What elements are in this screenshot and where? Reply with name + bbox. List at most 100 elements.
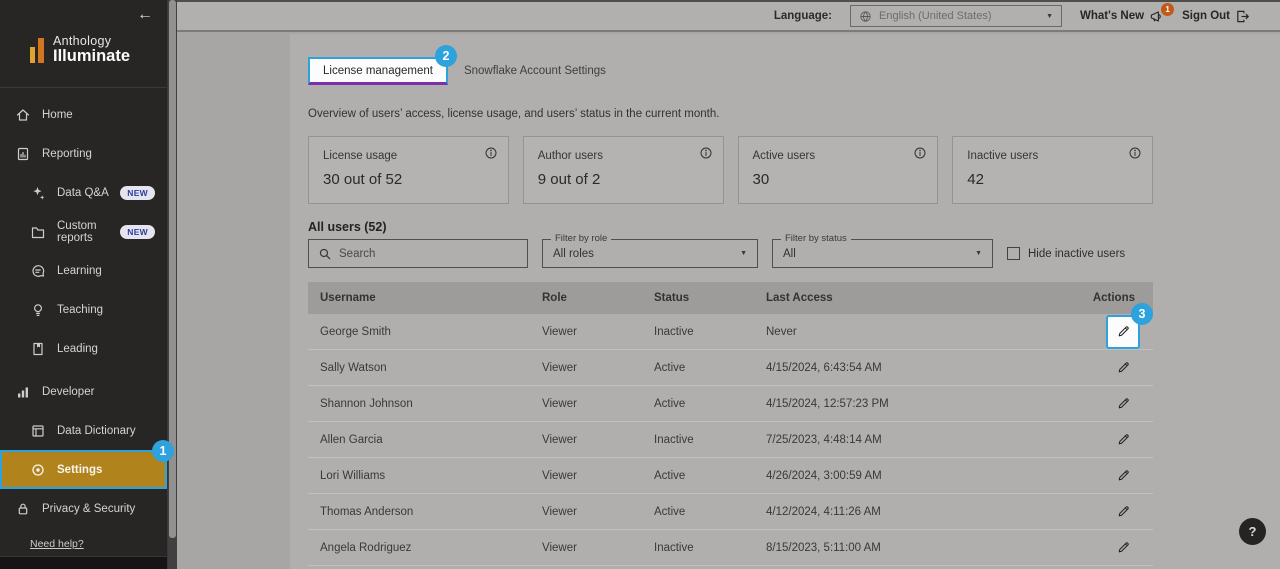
sidebar-logo-block: ← Anthology Illuminate bbox=[0, 0, 167, 88]
stat-label: Active users bbox=[753, 150, 924, 162]
language-label: Language: bbox=[774, 10, 832, 22]
pencil-icon bbox=[1116, 324, 1131, 339]
edit-user-button[interactable] bbox=[1116, 432, 1131, 447]
learning-icon bbox=[30, 263, 46, 279]
tutorial-callout-2: 2 bbox=[435, 45, 457, 67]
sidebar-item-learning[interactable]: Learning bbox=[0, 251, 167, 290]
tab-bar: License management 2 Snowflake Account S… bbox=[308, 57, 1153, 85]
checkbox-label: Hide inactive users bbox=[1028, 248, 1125, 260]
cell-role: Viewer bbox=[530, 434, 642, 446]
filter-by-status-select[interactable]: Filter by status All ▼ bbox=[772, 239, 993, 268]
sidebar-nav: Home Reporting Data Q&A NEW Custom repor… bbox=[0, 95, 167, 528]
sidebar-item-home[interactable]: Home bbox=[0, 95, 167, 134]
cell-status: Inactive bbox=[642, 326, 754, 338]
cell-last-access: 4/26/2024, 3:00:59 AM bbox=[754, 470, 1072, 482]
tab-snowflake-account-settings[interactable]: Snowflake Account Settings bbox=[464, 57, 606, 77]
table-row: Shannon Johnson Viewer Active 4/15/2024,… bbox=[308, 386, 1153, 422]
sidebar-item-data-qa[interactable]: Data Q&A NEW bbox=[0, 173, 167, 212]
filter-by-status-value: All bbox=[783, 248, 975, 260]
edit-user-button[interactable]: 3 bbox=[1106, 315, 1140, 349]
logo-text-illuminate: Illuminate bbox=[53, 48, 130, 65]
users-table-header: Username Role Status Last Access Actions bbox=[308, 282, 1153, 314]
home-icon bbox=[15, 107, 31, 123]
info-icon[interactable] bbox=[699, 146, 713, 160]
column-header-status: Status bbox=[642, 292, 754, 304]
collapse-sidebar-icon[interactable]: ← bbox=[137, 7, 153, 23]
cell-role: Viewer bbox=[530, 470, 642, 482]
sidebar-item-leading[interactable]: Leading bbox=[0, 329, 167, 368]
hide-inactive-users-checkbox[interactable]: Hide inactive users bbox=[1007, 247, 1125, 260]
reporting-icon bbox=[15, 146, 31, 162]
checkbox-box[interactable] bbox=[1007, 247, 1020, 260]
need-help-link[interactable]: Need help? bbox=[30, 538, 84, 550]
sidebar-item-teaching[interactable]: Teaching bbox=[0, 290, 167, 329]
filter-by-role-label: Filter by role bbox=[551, 233, 611, 244]
sign-out-label: Sign Out bbox=[1182, 10, 1230, 22]
cell-status: Active bbox=[642, 362, 754, 374]
cell-username: George Smith bbox=[308, 326, 530, 338]
chevron-down-icon: ▼ bbox=[975, 250, 982, 257]
sidebar-scrollbar[interactable] bbox=[168, 0, 177, 569]
stat-card-author-users: Author users 9 out of 2 bbox=[523, 136, 724, 204]
stat-card-inactive-users: Inactive users 42 bbox=[952, 136, 1153, 204]
cell-role: Viewer bbox=[530, 542, 642, 554]
edit-user-button[interactable] bbox=[1116, 360, 1131, 375]
cell-username: Shannon Johnson bbox=[308, 398, 530, 410]
sidebar-item-settings[interactable]: Settings 1 bbox=[0, 450, 167, 489]
main-area: Language: English (United States) ▼ What… bbox=[177, 0, 1280, 569]
table-row: George Smith Viewer Inactive Never 3 bbox=[308, 314, 1153, 350]
cell-last-access: 4/12/2024, 4:11:26 AM bbox=[754, 506, 1072, 518]
leading-icon bbox=[30, 341, 46, 357]
edit-user-button[interactable] bbox=[1116, 540, 1131, 555]
logo-text-anthology: Anthology bbox=[53, 34, 130, 48]
developer-icon bbox=[15, 384, 31, 400]
sidebar-item-label: Privacy & Security bbox=[42, 503, 135, 515]
sidebar-item-label: Developer bbox=[42, 386, 94, 398]
cell-role: Viewer bbox=[530, 398, 642, 410]
stat-value: 30 out of 52 bbox=[323, 171, 494, 188]
filter-by-status-label: Filter by status bbox=[781, 233, 851, 244]
table-row: Lori Williams Viewer Active 4/26/2024, 3… bbox=[308, 458, 1153, 494]
info-icon[interactable] bbox=[913, 146, 927, 160]
chevron-down-icon: ▼ bbox=[1046, 13, 1053, 20]
page-description: Overview of users’ access, license usage… bbox=[308, 107, 1153, 121]
edit-user-button[interactable] bbox=[1116, 504, 1131, 519]
cell-last-access: 4/15/2024, 12:57:23 PM bbox=[754, 398, 1072, 410]
data-dictionary-icon bbox=[30, 423, 46, 439]
search-input[interactable] bbox=[339, 248, 518, 260]
teaching-icon bbox=[30, 302, 46, 318]
whats-new-button[interactable]: What's New 1 bbox=[1080, 9, 1164, 24]
sidebar-item-privacy-security[interactable]: Privacy & Security bbox=[0, 489, 167, 528]
cell-username: Sally Watson bbox=[308, 362, 530, 374]
table-row: Thomas Anderson Viewer Active 4/12/2024,… bbox=[308, 494, 1153, 530]
tab-license-management[interactable]: License management 2 bbox=[308, 57, 448, 85]
content-background: License management 2 Snowflake Account S… bbox=[177, 34, 1280, 569]
sidebar-item-label: Settings bbox=[57, 464, 102, 476]
whats-new-label: What's New bbox=[1080, 10, 1144, 22]
cell-last-access: 7/25/2023, 4:48:14 AM bbox=[754, 434, 1072, 446]
sidebar-item-custom-reports[interactable]: Custom reports NEW bbox=[0, 212, 167, 251]
sidebar-item-label: Reporting bbox=[42, 148, 92, 160]
stat-label: Author users bbox=[538, 150, 709, 162]
language-select[interactable]: English (United States) ▼ bbox=[850, 5, 1062, 27]
sidebar-item-developer[interactable]: Developer bbox=[0, 372, 167, 411]
sign-out-button[interactable]: Sign Out bbox=[1182, 9, 1250, 24]
info-icon[interactable] bbox=[484, 146, 498, 160]
stat-value: 30 bbox=[753, 171, 924, 188]
tutorial-callout-1: 1 bbox=[152, 440, 174, 462]
edit-user-button[interactable] bbox=[1116, 468, 1131, 483]
cell-status: Active bbox=[642, 398, 754, 410]
sidebar-item-data-dictionary[interactable]: Data Dictionary bbox=[0, 411, 167, 450]
help-button[interactable]: ? bbox=[1239, 518, 1266, 545]
filter-by-role-select[interactable]: Filter by role All roles ▼ bbox=[542, 239, 758, 268]
cell-status: Inactive bbox=[642, 542, 754, 554]
sidebar-item-reporting[interactable]: Reporting bbox=[0, 134, 167, 173]
cell-username: Angela Rodriguez bbox=[308, 542, 530, 554]
info-icon[interactable] bbox=[1128, 146, 1142, 160]
column-header-username: Username bbox=[308, 292, 530, 304]
cell-username: Lori Williams bbox=[308, 470, 530, 482]
tutorial-callout-3: 3 bbox=[1131, 303, 1153, 325]
edit-user-button[interactable] bbox=[1116, 396, 1131, 411]
settings-panel: License management 2 Snowflake Account S… bbox=[290, 34, 1280, 569]
filter-by-role-value: All roles bbox=[553, 248, 740, 260]
